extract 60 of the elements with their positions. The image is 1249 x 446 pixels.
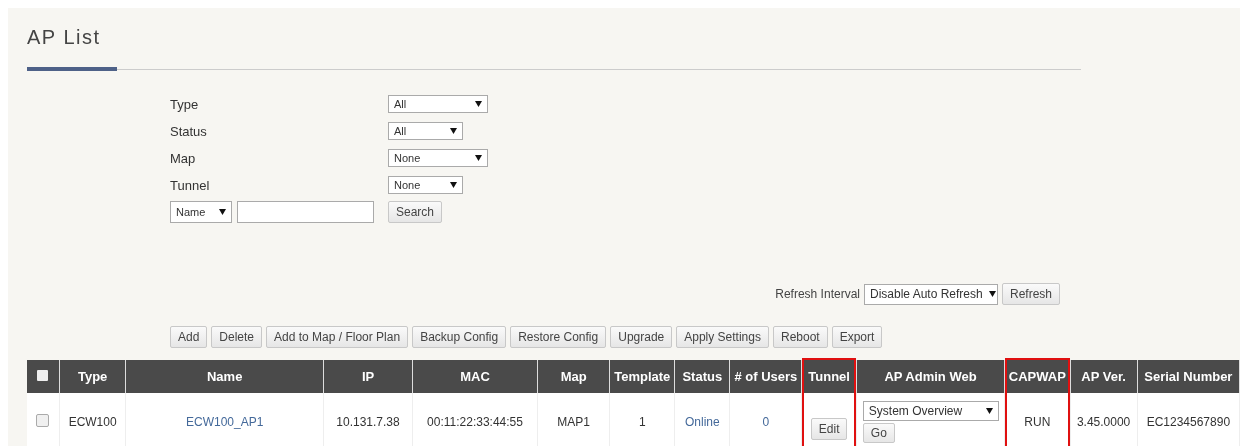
- dropdown-arrow-icon: [219, 209, 226, 215]
- column-header: Type: [77, 369, 108, 384]
- dropdown-arrow-icon: [988, 291, 996, 297]
- filter-label: Tunnel: [170, 177, 211, 193]
- table-cell: 1: [638, 415, 646, 429]
- column-header: CAPWAP: [1008, 369, 1066, 384]
- row-checkbox[interactable]: [36, 414, 50, 427]
- filter-dropdown[interactable]: None: [388, 149, 488, 167]
- table-cell: MAP1: [557, 415, 590, 429]
- column-header: AP Admin Web: [884, 369, 977, 384]
- column-header: # of Users: [734, 369, 798, 384]
- refresh-interval-label: Refresh Interval: [775, 287, 860, 301]
- search-input[interactable]: [237, 201, 374, 223]
- table-link[interactable]: 0: [762, 415, 770, 429]
- column-header: Map: [560, 369, 587, 384]
- refresh-button[interactable]: Refresh: [1001, 283, 1060, 305]
- column-header: IP: [361, 369, 375, 384]
- filter-dropdown[interactable]: All: [388, 122, 463, 140]
- filter-label: Map: [170, 150, 197, 166]
- column-header: AP Ver.: [1081, 369, 1126, 384]
- refresh-interval-dropdown[interactable]: Disable Auto Refresh: [863, 283, 998, 305]
- filter-dropdown[interactable]: All: [388, 95, 488, 113]
- go-button[interactable]: Go: [862, 423, 895, 443]
- action-button[interactable]: Export: [831, 326, 883, 348]
- search-field-dropdown[interactable]: Name: [170, 201, 232, 223]
- select-all-checkbox[interactable]: [37, 370, 49, 381]
- table-cell: RUN: [1024, 415, 1051, 429]
- dropdown-arrow-icon: [475, 101, 482, 107]
- column-header: Serial Number: [1144, 369, 1233, 384]
- column-header: Name: [207, 369, 243, 384]
- column-header: Tunnel: [808, 369, 850, 384]
- dropdown-arrow-icon: [475, 155, 482, 161]
- filter-dropdown[interactable]: None: [388, 176, 463, 194]
- table-link[interactable]: Online: [684, 415, 720, 429]
- dropdown-arrow-icon: [985, 408, 993, 414]
- dropdown-arrow-icon: [450, 128, 457, 134]
- edit-button[interactable]: Edit: [810, 418, 848, 440]
- column-header: Template: [614, 369, 671, 384]
- action-button[interactable]: Add to Map / Floor Plan: [266, 326, 409, 348]
- filter-label: Type: [170, 96, 200, 112]
- dropdown-arrow-icon: [450, 182, 457, 188]
- table-link[interactable]: ECW100_AP1: [186, 415, 264, 429]
- column-header: Status: [682, 369, 723, 384]
- table-cell: 00:11:22:33:44:55: [427, 415, 523, 429]
- admin-page-dropdown[interactable]: System Overview: [862, 401, 999, 421]
- table-cell: 10.131.7.38: [336, 415, 400, 429]
- action-button[interactable]: Add: [170, 326, 208, 348]
- search-button[interactable]: Search: [388, 201, 443, 223]
- table-cell: EC1234567890: [1146, 415, 1231, 429]
- table-cell: 3.45.0000: [1076, 415, 1131, 429]
- action-button[interactable]: Delete: [211, 326, 263, 348]
- page-title: AP List: [27, 26, 102, 50]
- table-cell: ECW100: [68, 415, 117, 429]
- action-button[interactable]: Reboot: [772, 326, 828, 348]
- action-button[interactable]: Upgrade: [610, 326, 673, 348]
- action-button[interactable]: Restore Config: [510, 326, 607, 348]
- action-button[interactable]: Apply Settings: [676, 326, 769, 348]
- column-header: MAC: [460, 369, 490, 384]
- filter-label: Status: [170, 123, 208, 139]
- action-button[interactable]: Backup Config: [412, 326, 507, 348]
